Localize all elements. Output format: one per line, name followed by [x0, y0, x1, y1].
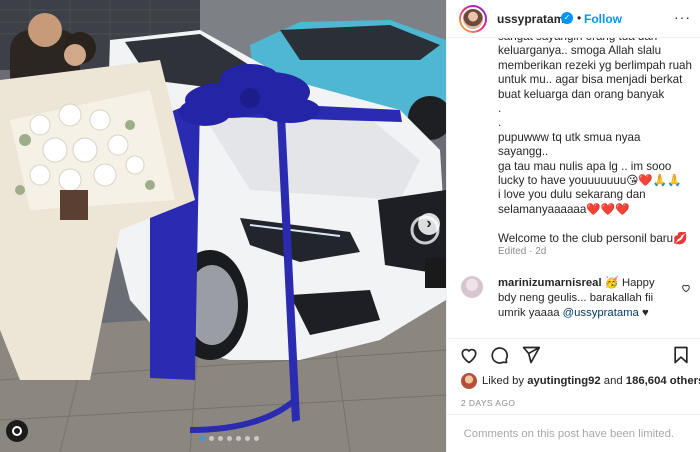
carousel-dot[interactable]	[200, 436, 205, 441]
caption-line: memberikan rezeki yg berlimpah ruah	[498, 58, 692, 72]
caption-line: pupuwww tq utk smua nyaa sayangg..	[498, 130, 641, 159]
caption-line: i love you dulu sekarang dan	[498, 188, 646, 202]
comments-limited-notice: Comments on this post have been limited.	[463, 428, 674, 440]
carousel-dot[interactable]	[254, 436, 259, 441]
post-photo[interactable]: ›	[0, 0, 446, 452]
likes-count[interactable]: 186,604 others	[626, 375, 700, 387]
bookmark-icon[interactable]	[671, 345, 691, 365]
caption-line: untuk mu.. agar bisa menjadi berkat	[498, 73, 683, 87]
caption-line: buat keluarga dan orang banyak	[498, 87, 665, 101]
caption-line: .	[498, 116, 502, 130]
caption-line: Welcome to the club personil baru💋	[498, 231, 688, 245]
comment-icon[interactable]	[489, 345, 509, 365]
caption-scroll[interactable]: sangat sayangin orang tua dankeluarganya…	[447, 38, 700, 266]
caption-line: lucky to have youuuuuuu😘❤️🙏🙏	[498, 174, 682, 188]
likes-text: Liked by ayutingting92 and 186,604 other…	[482, 375, 700, 387]
instagram-icon	[6, 420, 28, 442]
liked-by-user[interactable]: ayutingting92	[527, 375, 600, 387]
caption-text: sangat sayangin orang tua dankeluarganya…	[498, 38, 693, 246]
carousel-dot[interactable]	[209, 436, 214, 441]
post-side-panel: ussypratama ✓ • Follow ··· sangat sayang…	[446, 0, 700, 452]
carousel-dot[interactable]	[245, 436, 250, 441]
caption-line: .	[498, 102, 502, 116]
comment-mention[interactable]: @ussypratama	[563, 307, 639, 319]
carousel-dot[interactable]	[227, 436, 232, 441]
carousel-dot[interactable]	[218, 436, 223, 441]
comment-item: marinizumarnisreal 🥳 Happy bdy neng geul…	[447, 272, 700, 322]
caption-line: selamanyaaaaaa❤️❤️❤️	[498, 202, 630, 216]
edited-timestamp: Edited · 2d	[498, 246, 547, 257]
follow-button[interactable]: Follow	[584, 12, 622, 26]
share-icon[interactable]	[521, 345, 541, 365]
action-bar	[447, 338, 700, 368]
carousel-dots	[200, 436, 259, 441]
comment-footer: Comments on this post have been limited.	[447, 414, 700, 452]
comment-text: marinizumarnisreal 🥳 Happy bdy neng geul…	[498, 276, 673, 321]
heart-icon[interactable]	[459, 345, 479, 365]
avatar[interactable]	[461, 276, 483, 298]
verified-icon: ✓	[561, 12, 573, 24]
heart-icon[interactable]	[681, 283, 691, 293]
caption-line: ga tau mau nulis apa lg .. im sooo	[498, 159, 672, 173]
caption-line	[498, 217, 693, 231]
post-date: 2 DAYS AGO	[461, 398, 516, 408]
chevron-right-icon[interactable]: ›	[418, 213, 440, 235]
carousel-dot[interactable]	[236, 436, 241, 441]
avatar[interactable]	[459, 5, 487, 33]
caption-line: keluarganya.. smoga Allah slalu	[498, 44, 662, 58]
comment-tail: ♥	[638, 307, 649, 319]
post-username[interactable]: ussypratama	[497, 12, 571, 26]
avatar[interactable]	[461, 373, 477, 389]
comment-username[interactable]: marinizumarnisreal	[498, 277, 602, 289]
likes-row: Liked by ayutingting92 and 186,604 other…	[461, 371, 700, 391]
separator-dot: •	[577, 11, 582, 25]
photo-scene	[0, 0, 446, 452]
more-icon[interactable]: ···	[674, 9, 691, 25]
post-header: ussypratama ✓ • Follow ···	[447, 0, 700, 38]
